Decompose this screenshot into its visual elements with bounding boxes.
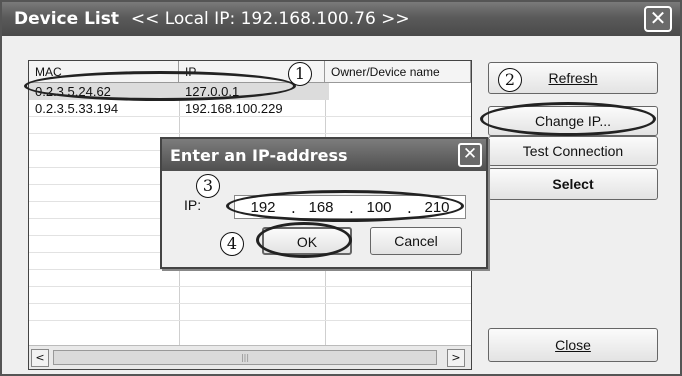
close-button[interactable]: Close bbox=[488, 328, 658, 362]
scroll-right-icon[interactable]: > bbox=[447, 349, 465, 367]
select-button[interactable]: Select bbox=[488, 168, 658, 200]
annotation-number-4: 4 bbox=[220, 232, 244, 256]
annotation-number-3: 3 bbox=[196, 174, 220, 198]
scroll-left-icon[interactable]: < bbox=[31, 349, 49, 367]
annotation-ellipse-3 bbox=[226, 190, 464, 222]
annotation-ellipse-2 bbox=[480, 102, 656, 136]
close-icon[interactable]: ✕ bbox=[644, 6, 672, 32]
refresh-label: Refresh bbox=[548, 70, 598, 86]
horizontal-scrollbar[interactable]: < ||| > bbox=[29, 345, 471, 369]
row-2-ip: 192.168.100.229 bbox=[185, 101, 283, 116]
row-2-mac: 0.2.3.5.33.194 bbox=[35, 101, 119, 116]
row-gridline bbox=[29, 286, 471, 287]
dialog-title: Enter an IP-address bbox=[170, 146, 348, 165]
row-gridline bbox=[29, 303, 471, 304]
title-bar: Device List << Local IP: 192.168.100.76 … bbox=[2, 2, 680, 36]
scrollbar-thumb[interactable]: ||| bbox=[53, 350, 437, 365]
annotation-ellipse-4 bbox=[256, 222, 352, 258]
close-label: Close bbox=[555, 337, 591, 353]
ip-label: IP: bbox=[184, 197, 202, 213]
dialog-title-bar: Enter an IP-address ✕ bbox=[162, 139, 486, 171]
local-ip-label: << Local IP: 192.168.100.76 >> bbox=[130, 9, 410, 29]
row-gridline bbox=[29, 133, 471, 134]
row-gridline bbox=[29, 269, 471, 270]
test-connection-button[interactable]: Test Connection bbox=[488, 136, 658, 166]
annotation-number-2: 2 bbox=[498, 68, 522, 92]
row-gridline bbox=[29, 320, 471, 321]
window-title-text: Device List bbox=[14, 9, 119, 29]
cancel-button[interactable]: Cancel bbox=[370, 227, 462, 255]
window-title: Device List << Local IP: 192.168.100.76 … bbox=[14, 9, 410, 29]
column-header-owner[interactable]: Owner/Device name bbox=[325, 61, 471, 83]
dialog-close-icon[interactable]: ✕ bbox=[458, 143, 482, 167]
annotation-number-1: 1 bbox=[288, 62, 312, 86]
annotation-ellipse-1 bbox=[24, 71, 296, 101]
